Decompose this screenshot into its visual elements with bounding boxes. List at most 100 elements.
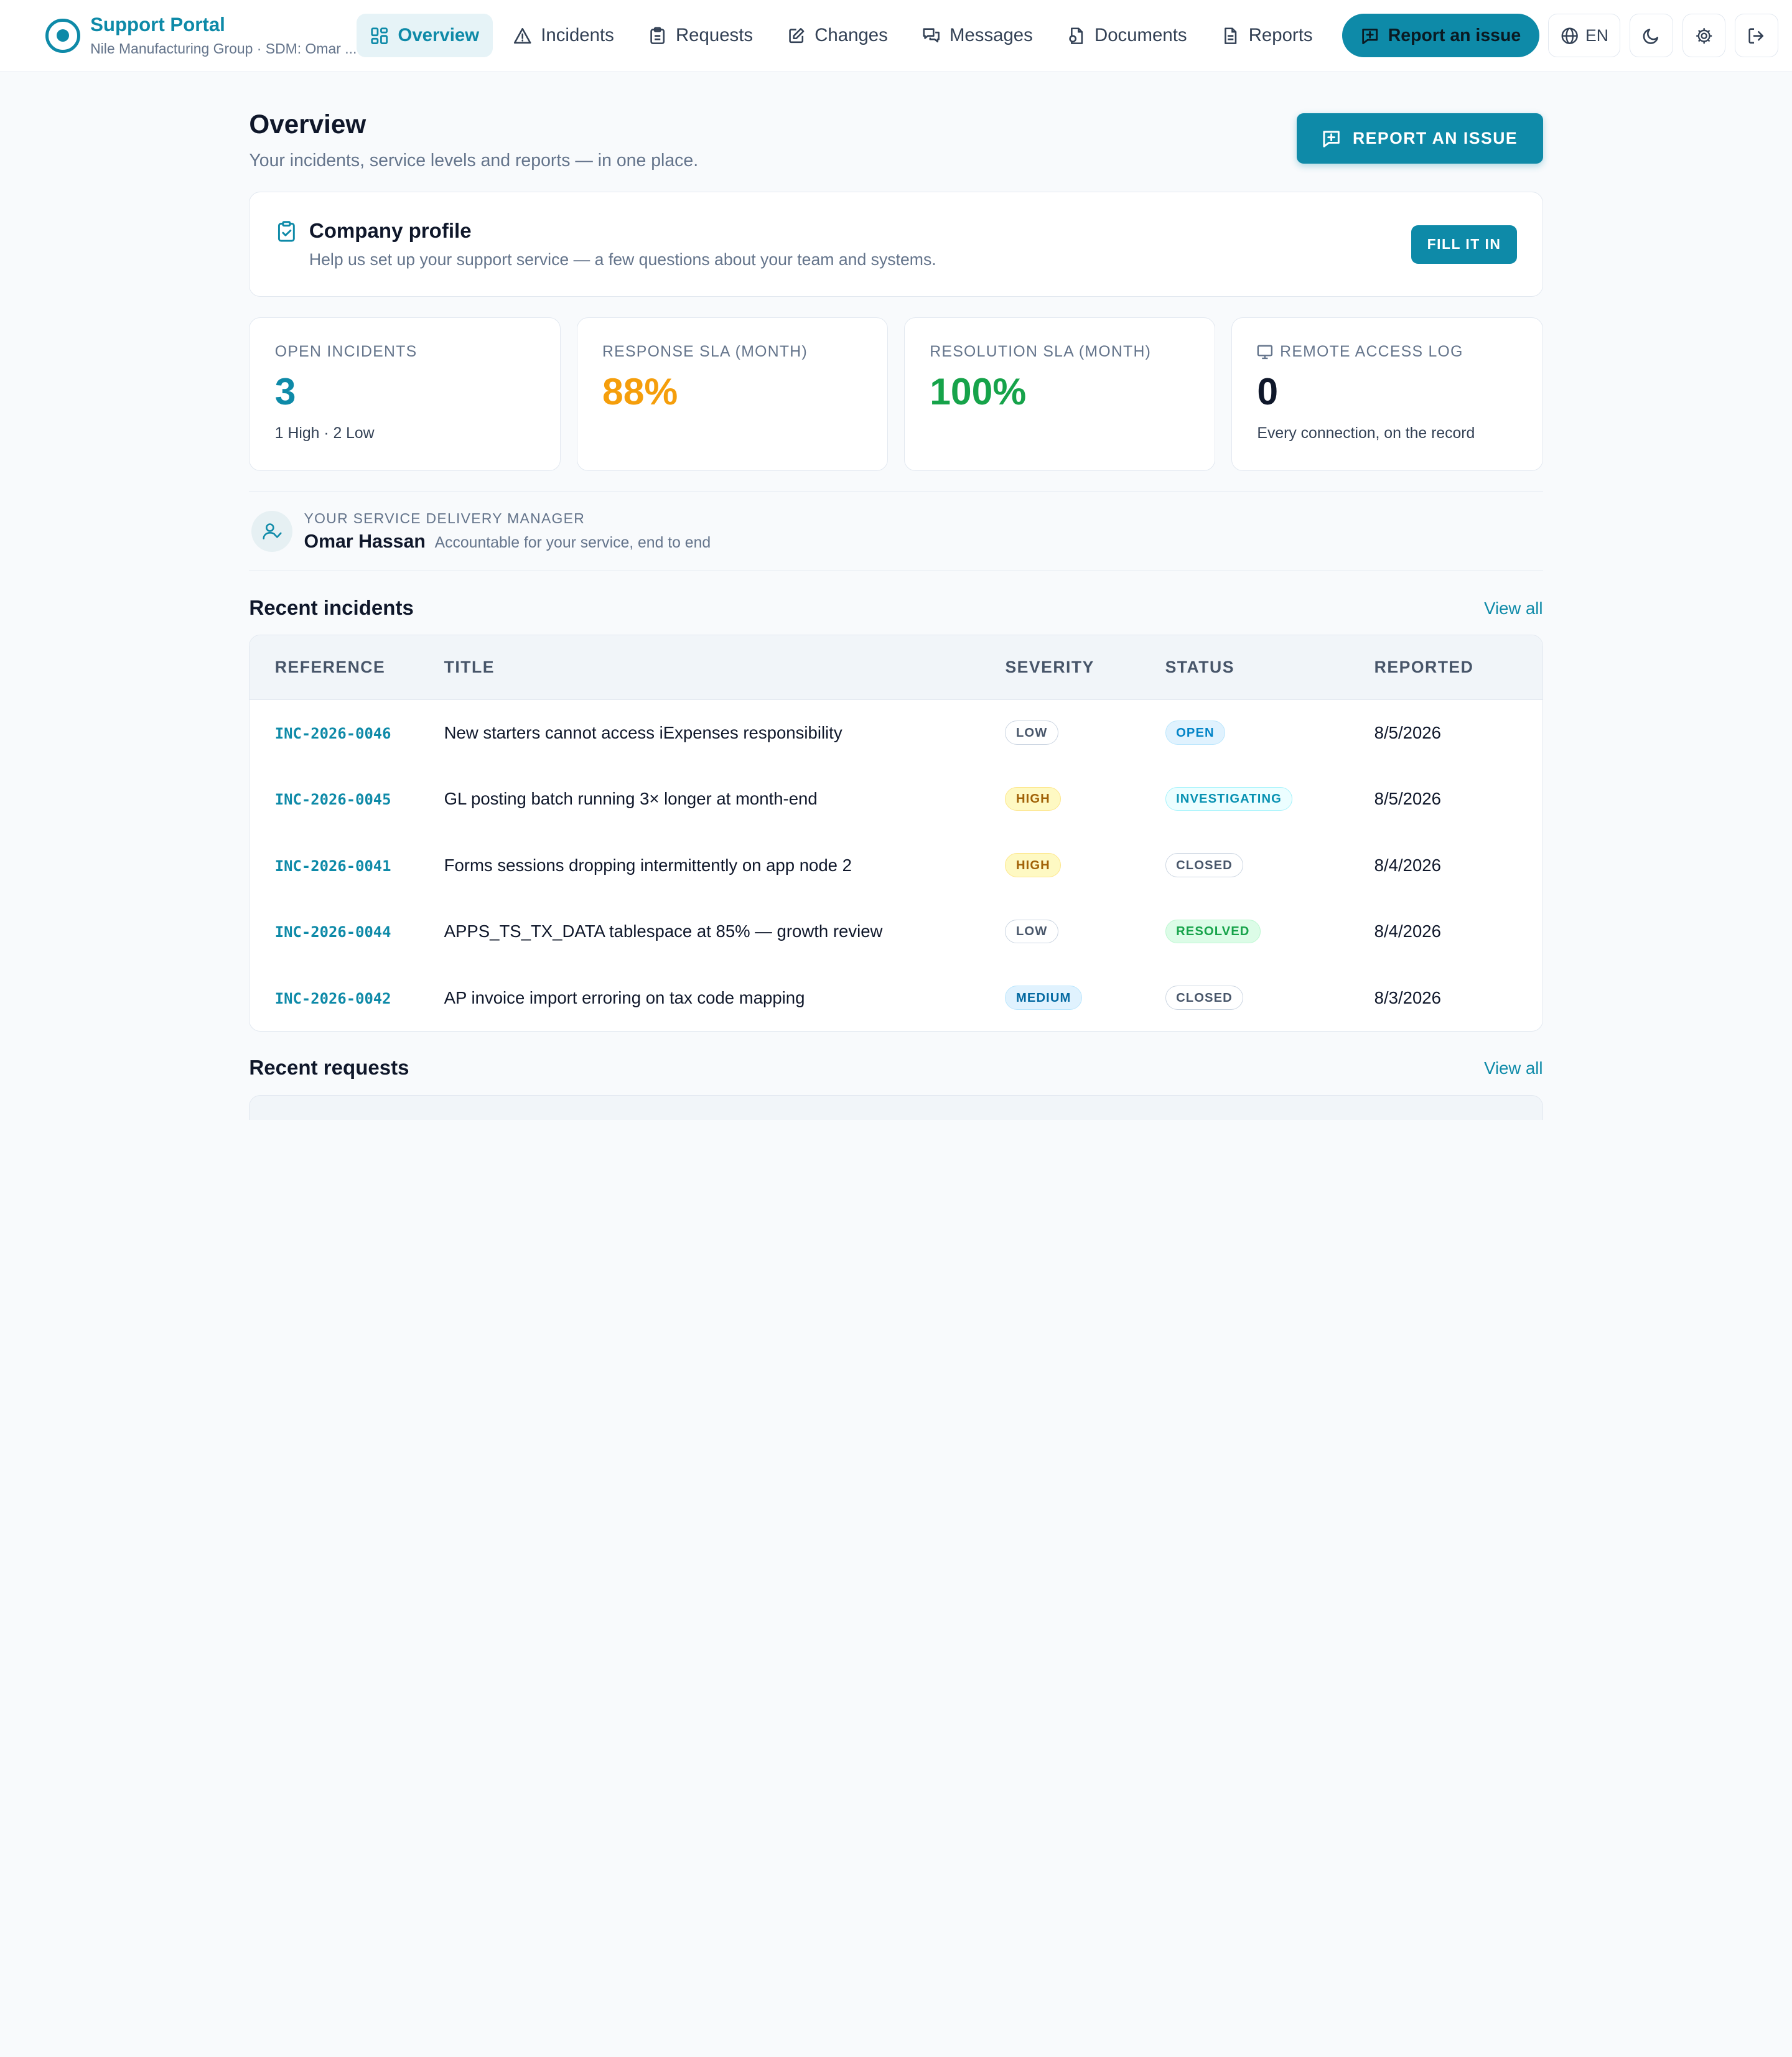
warning-icon	[514, 27, 531, 44]
stat-label: OPEN INCIDENTS	[274, 343, 418, 360]
reported-date: 8/5/2026	[1374, 789, 1441, 809]
page-title: Overview	[249, 110, 366, 139]
sdm-label: YOUR SERVICE DELIVERY MANAGER	[304, 510, 586, 526]
moon-icon	[1643, 28, 1659, 44]
incident-reference[interactable]: INC-2026-0042	[275, 990, 391, 1007]
top-actions: Report an issue EN	[1342, 14, 1778, 58]
gear-icon	[1696, 27, 1712, 44]
stat-remote-access-log[interactable]: REMOTE ACCESS LOG 0 Every connection, on…	[1231, 317, 1543, 471]
column-header[interactable]: TITLE	[444, 635, 1006, 700]
incident-reference[interactable]: INC-2026-0041	[275, 857, 391, 875]
stat-sub: Every connection, on the record	[1257, 424, 1475, 442]
severity-badge: LOW	[1005, 919, 1058, 944]
incident-reference[interactable]: INC-2026-0044	[275, 923, 391, 941]
nav-reports[interactable]: Reports	[1208, 14, 1327, 57]
stat-label-text: REMOTE ACCESS LOG	[1280, 343, 1463, 360]
nav-requests[interactable]: Requests	[635, 14, 767, 57]
nav-changes[interactable]: Changes	[773, 14, 902, 57]
stat-value: 88%	[602, 370, 678, 413]
incident-title: GL posting batch running 3× longer at mo…	[444, 789, 818, 809]
main-content: Overview Your incidents, service levels …	[249, 72, 1543, 1120]
column-header[interactable]: REPORTED	[1374, 635, 1542, 700]
report-issue-button-top[interactable]: Report an issue	[1342, 14, 1539, 58]
settings-button[interactable]	[1682, 14, 1726, 58]
reported-date: 8/4/2026	[1374, 921, 1441, 941]
avatar	[251, 510, 293, 552]
document-icon	[1069, 27, 1083, 44]
section-title: Recent requests	[249, 1056, 409, 1080]
incident-reference[interactable]: INC-2026-0046	[275, 725, 391, 742]
brand-title: Support Portal	[90, 13, 225, 35]
stat-response-sla[interactable]: RESPONSE SLA (MONTH) 88%	[576, 317, 889, 471]
fill-profile-button[interactable]: FILL IT IN	[1411, 225, 1518, 264]
incidents-table: REFERENCE TITLE SEVERITY STATUS REPORTED…	[249, 635, 1543, 1032]
severity-badge: MEDIUM	[1005, 986, 1082, 1010]
view-all-requests-link[interactable]: View all	[1484, 1058, 1542, 1078]
reported-date: 8/5/2026	[1374, 722, 1441, 742]
column-header[interactable]: STATUS	[1165, 635, 1374, 700]
page-subtitle: Your incidents, service levels and repor…	[249, 151, 699, 171]
nav-label: Reports	[1248, 25, 1313, 46]
theme-toggle-button[interactable]	[1630, 14, 1673, 58]
nav-documents[interactable]: Documents	[1053, 14, 1201, 57]
nav-label: Changes	[814, 25, 888, 46]
report-icon	[1224, 27, 1236, 44]
language-button[interactable]: EN	[1548, 14, 1621, 58]
sdm-role: Accountable for your service, end to end	[434, 534, 711, 552]
status-badge: CLOSED	[1165, 986, 1244, 1010]
nav-overview[interactable]: Overview	[357, 14, 493, 58]
incident-reference[interactable]: INC-2026-0045	[275, 791, 391, 808]
table-row[interactable]: INC-2026-0042 AP invoice import erroring…	[250, 964, 1542, 1031]
status-badge: OPEN	[1165, 721, 1226, 745]
column-header[interactable]: REFERENCE	[250, 635, 444, 700]
stat-resolution-sla[interactable]: RESOLUTION SLA (MONTH) 100%	[903, 317, 1216, 471]
table-row[interactable]: INC-2026-0045 GL posting batch running 3…	[250, 766, 1542, 833]
nav-incidents[interactable]: Incidents	[500, 14, 628, 57]
status-badge: RESOLVED	[1165, 919, 1261, 944]
service-delivery-manager: YOUR SERVICE DELIVERY MANAGER Omar Hassa…	[249, 491, 1543, 572]
incident-title: Forms sessions dropping intermittently o…	[444, 855, 852, 875]
profile-title: Company profile	[309, 219, 472, 243]
main-nav: Overview Incidents Requests Changes Mess…	[357, 14, 1327, 58]
severity-badge: HIGH	[1005, 853, 1062, 877]
stats-row: OPEN INCIDENTS 3 1 High · 2 Low RESPONSE…	[249, 317, 1543, 471]
brand-subtitle: Nile Manufacturing Group · SDM: Omar ...	[90, 40, 357, 57]
table-row[interactable]: INC-2026-0046 New starters cannot access…	[250, 699, 1542, 766]
page: Support Portal Nile Manufacturing Group …	[0, 0, 1792, 1120]
profile-description: Help us set up your support service — a …	[309, 250, 936, 269]
stat-value: 3	[274, 370, 296, 413]
nav-label: Messages	[949, 25, 1033, 46]
logout-button[interactable]	[1735, 14, 1778, 58]
view-all-incidents-link[interactable]: View all	[1484, 599, 1542, 618]
message-plus-icon	[1361, 28, 1378, 44]
status-badge: CLOSED	[1165, 853, 1244, 877]
status-badge: INVESTIGATING	[1165, 786, 1293, 811]
stat-label: RESOLUTION SLA (MONTH)	[930, 343, 1152, 360]
table-header-row: REFERENCE TITLE SEVERITY STATUS REPORTED	[250, 635, 1542, 700]
stat-label: RESPONSE SLA (MONTH)	[602, 343, 808, 360]
logout-icon	[1748, 28, 1764, 44]
section-title: Recent incidents	[249, 596, 414, 620]
clipboard-icon	[650, 27, 665, 44]
brand[interactable]: Support Portal Nile Manufacturing Group …	[45, 14, 357, 58]
message-plus-icon	[1323, 131, 1340, 147]
stat-value: 0	[1257, 370, 1279, 413]
brand-logo-icon	[45, 18, 80, 53]
language-label: EN	[1585, 26, 1609, 45]
nav-label: Requests	[675, 25, 754, 46]
report-issue-button[interactable]: REPORT AN ISSUE	[1296, 113, 1543, 164]
table-row[interactable]: INC-2026-0044 APPS_TS_TX_DATA tablespace…	[250, 898, 1542, 965]
globe-icon	[1561, 27, 1578, 44]
top-bar: Support Portal Nile Manufacturing Group …	[0, 0, 1792, 72]
page-header: Overview Your incidents, service levels …	[249, 106, 1543, 172]
reported-date: 8/4/2026	[1374, 855, 1441, 875]
report-issue-label: REPORT AN ISSUE	[1352, 128, 1518, 147]
nav-messages[interactable]: Messages	[908, 14, 1047, 57]
messages-icon	[923, 28, 940, 42]
column-header[interactable]: SEVERITY	[1005, 635, 1165, 700]
severity-badge: LOW	[1005, 721, 1058, 745]
stat-open-incidents[interactable]: OPEN INCIDENTS 3 1 High · 2 Low	[249, 317, 561, 471]
nav-label: Incidents	[541, 25, 614, 46]
table-row[interactable]: INC-2026-0041 Forms sessions dropping in…	[250, 832, 1542, 898]
company-profile-card: Company profile Help us set up your supp…	[249, 192, 1543, 297]
